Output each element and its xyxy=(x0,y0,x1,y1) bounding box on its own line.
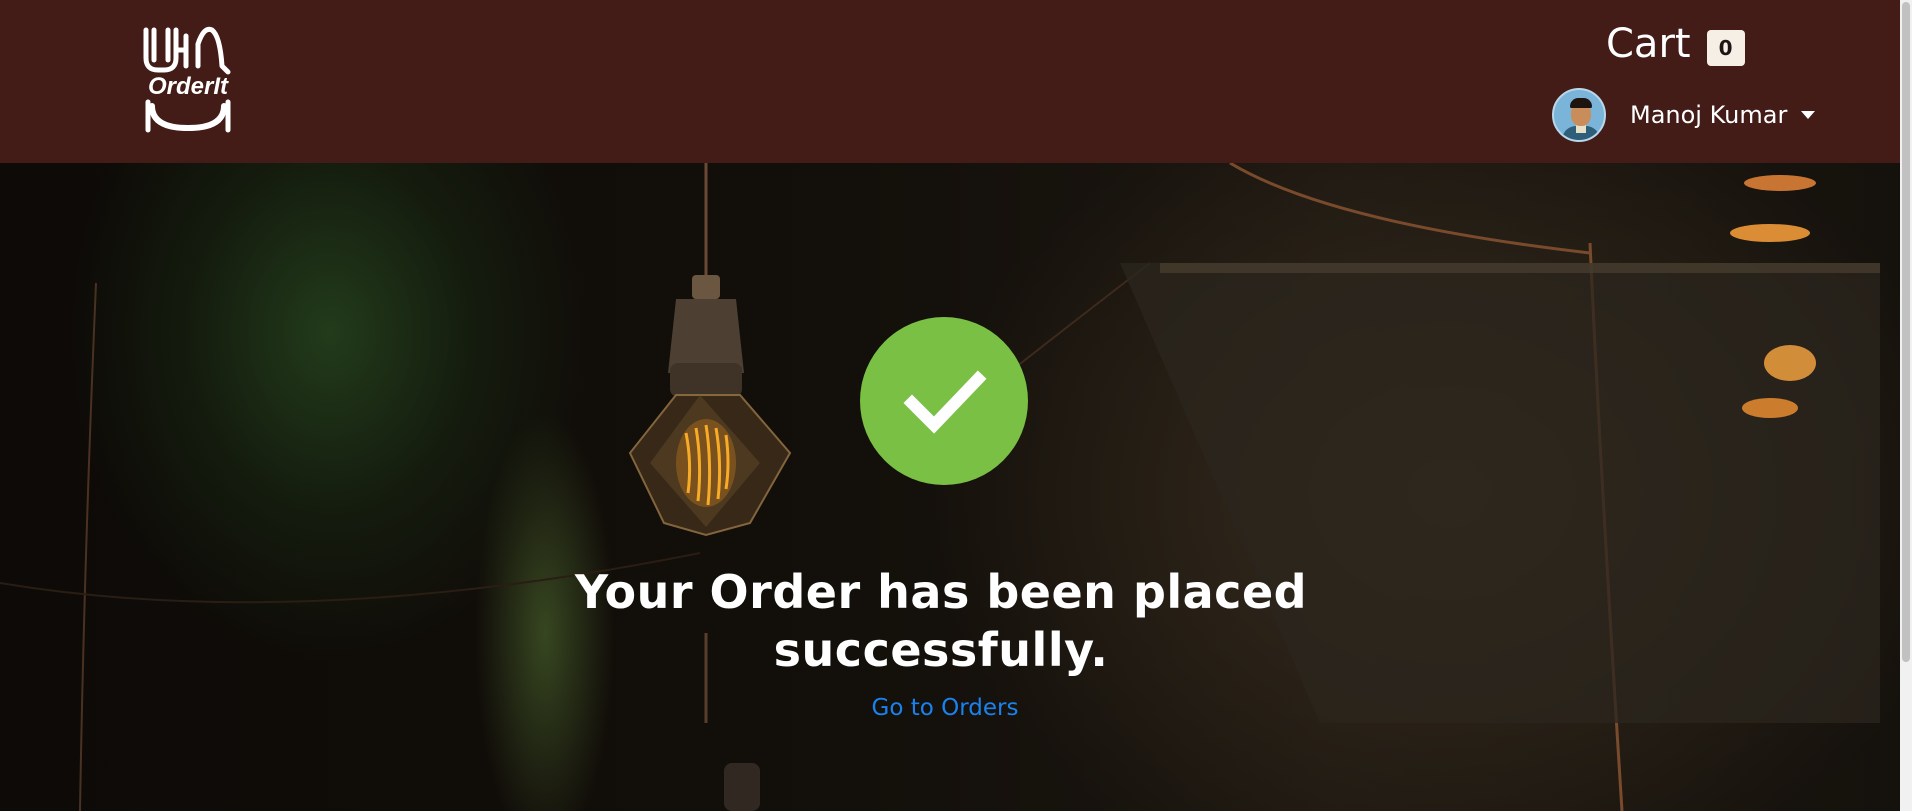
user-name: Manoj Kumar xyxy=(1630,101,1788,129)
caret-down-icon xyxy=(1801,111,1816,119)
success-badge xyxy=(860,317,1028,485)
go-to-orders-link[interactable]: Go to Orders xyxy=(840,695,1050,721)
cart-label: Cart xyxy=(1606,21,1691,67)
orderit-logo[interactable]: OrderIt xyxy=(138,22,238,134)
success-message: Your Order has been placed successfully. xyxy=(574,565,1308,677)
logo-icon: OrderIt xyxy=(143,26,231,133)
scrollbar-thumb[interactable] xyxy=(1902,2,1910,662)
user-menu-dropdown[interactable]: Manoj Kumar xyxy=(1552,88,1816,142)
order-confirmation: Your Order has been placed successfully.… xyxy=(0,163,1900,811)
logo-wordmark: OrderIt xyxy=(148,73,229,100)
navbar: OrderIt Cart 0 Manoj Kumar xyxy=(0,0,1900,163)
cart-button[interactable]: Cart 0 xyxy=(1606,22,1745,66)
avatar xyxy=(1552,88,1606,142)
cart-count-badge: 0 xyxy=(1706,30,1745,66)
checkmark-icon xyxy=(903,370,987,434)
hero-background: Your Order has been placed successfully.… xyxy=(0,163,1900,811)
app-window: OrderIt Cart 0 Manoj Kumar Your Order ha… xyxy=(0,0,1912,811)
